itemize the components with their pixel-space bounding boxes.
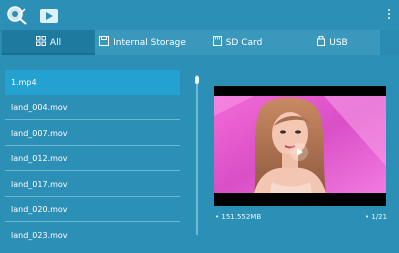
file-name: land_017.mov (11, 179, 68, 189)
tab-usb[interactable]: USB (285, 30, 380, 55)
file-size-value: 151.552MB (221, 213, 262, 221)
list-item[interactable]: land_007.mov (5, 121, 180, 146)
usb-icon (317, 36, 326, 49)
file-name: land_012.mov (11, 153, 68, 163)
list-item[interactable]: 1.mp4 (5, 70, 180, 95)
tab-usb-label: USB (329, 37, 348, 48)
file-position: • 1/21 (365, 213, 388, 221)
active-tab-indicator (2, 53, 95, 55)
sd-card-icon (212, 36, 222, 49)
tab-internal-storage[interactable]: Internal Storage (95, 30, 190, 55)
file-list: 1.mp4 land_004.mov land_007.mov land_012… (5, 70, 180, 250)
list-item[interactable]: land_020.mov (5, 197, 180, 222)
tab-all-label: All (49, 37, 62, 48)
list-item[interactable]: land_023.mov (5, 223, 180, 248)
video-thumbnail (214, 96, 386, 193)
file-name: land_007.mov (11, 128, 68, 138)
storage-icon (99, 36, 110, 49)
list-item[interactable]: land_004.mov (5, 95, 180, 120)
file-name: land_023.mov (11, 231, 68, 240)
media-browser-app: All Internal Storage SD Card USB 1.mp4 l… (0, 0, 399, 253)
overflow-menu-icon[interactable] (385, 8, 393, 24)
file-name: land_004.mov (11, 102, 68, 112)
tab-all[interactable]: All (2, 30, 95, 55)
grid-icon (35, 36, 46, 49)
app-logo-icon (6, 4, 28, 26)
file-name: 1.mp4 (11, 78, 37, 87)
tab-sd-card[interactable]: SD Card (190, 30, 285, 55)
tab-internal-storage-label: Internal Storage (113, 37, 186, 48)
play-overlay-icon[interactable] (290, 143, 308, 161)
play-icon[interactable] (40, 9, 58, 23)
tab-sd-card-label: SD Card (225, 37, 263, 48)
list-item[interactable]: land_017.mov (5, 172, 180, 197)
scrollbar-thumb[interactable] (195, 76, 199, 84)
file-name: land_020.mov (11, 204, 68, 214)
top-bar (0, 0, 399, 30)
list-item[interactable]: land_012.mov (5, 146, 180, 171)
scrollbar-track[interactable] (196, 75, 198, 235)
file-position-value: 1/21 (371, 213, 388, 221)
storage-tabs: All Internal Storage SD Card USB (0, 30, 399, 55)
video-preview[interactable] (214, 86, 386, 206)
file-size: • 151.552MB (215, 213, 262, 221)
